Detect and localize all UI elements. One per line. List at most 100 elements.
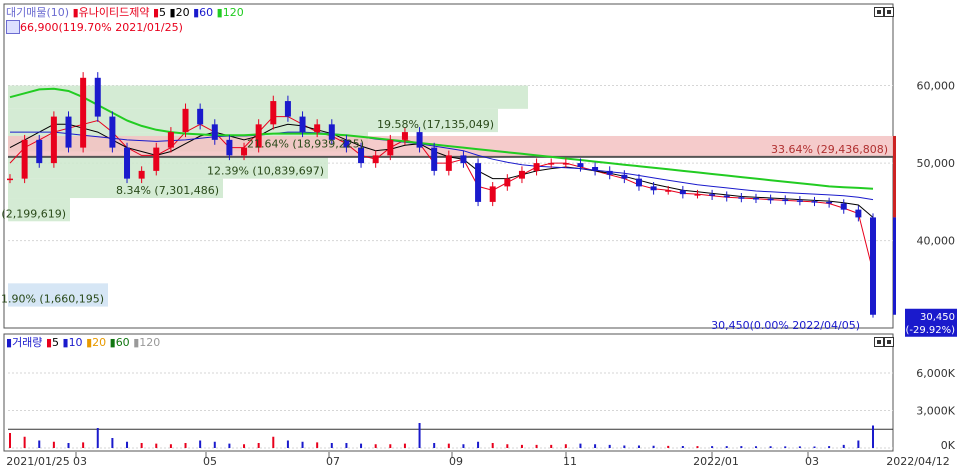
volume-bar <box>272 436 275 448</box>
volume-tick-label: 6,000K <box>916 367 955 380</box>
volume-bar <box>23 436 26 448</box>
y-tick-label: 60,000 <box>917 80 956 93</box>
overhang-band-label: 1.90% (1,660,195) <box>1 293 104 306</box>
candle-body <box>782 199 789 202</box>
volume-bar <box>111 438 114 448</box>
vol-ma-legend-120: 120 <box>139 336 161 349</box>
y-tick-label: 40,000 <box>917 235 956 248</box>
volume-close-button[interactable] <box>884 337 894 347</box>
overhang-band-label: 33.64% (29,436,808) <box>771 143 888 156</box>
candle-body <box>796 200 803 202</box>
x-tick-label: 09 <box>449 455 463 468</box>
volume-bar <box>769 446 772 448</box>
candle-body <box>723 195 730 198</box>
chart-settings-icon[interactable] <box>6 20 20 34</box>
candle-body <box>577 163 584 167</box>
volume-bar <box>243 444 246 448</box>
stock-chart: 60,000 50,000 40,000 6,000K 3,000K 0K 19.58% (… <box>0 3 957 468</box>
volume-bar <box>872 425 874 448</box>
volume-bar <box>535 444 538 448</box>
volume-tick-label: 3,000K <box>916 405 955 418</box>
candle-body <box>518 170 525 179</box>
volume-bar <box>199 440 202 448</box>
volume-bar <box>857 440 860 448</box>
last-price-annotation: 30,450(0.00% 2022/04/05) <box>711 319 860 332</box>
volume-bar <box>140 443 143 448</box>
candle-body <box>21 139 28 179</box>
volume-bar <box>579 443 582 448</box>
volume-bar <box>754 446 757 448</box>
volume-bar <box>52 441 55 448</box>
volume-bar <box>9 433 11 448</box>
volume-bar <box>681 446 684 448</box>
candle-body <box>226 139 233 156</box>
volume-bar <box>550 444 553 448</box>
volume-bar <box>696 446 699 448</box>
volume-maximize-button[interactable] <box>874 337 884 347</box>
candle-body <box>197 108 204 125</box>
candle-body <box>36 139 43 164</box>
candle-body <box>621 174 628 179</box>
x-tick-label: 03 <box>73 455 87 468</box>
candle-body <box>94 77 101 117</box>
price-header: 대기매물(10) ▮유나이티드제약 ▮5 ▮20 ▮60 ▮120 <box>6 6 244 19</box>
candle-body <box>694 194 701 196</box>
volume-bar <box>374 444 377 448</box>
volume-bar <box>360 443 363 448</box>
vol-ma-legend-5: 5 <box>52 336 59 349</box>
ma-legend-60: 60 <box>199 6 214 19</box>
volume-bar <box>594 444 597 448</box>
max-price-label: 66,900(119.70% 2021/01/25) <box>20 21 183 34</box>
volume-bar <box>652 445 655 448</box>
volume-bar <box>520 444 523 448</box>
vol-ma-legend-60: 60 <box>115 336 130 349</box>
panel-maximize-button[interactable] <box>874 7 884 17</box>
volume-bar <box>842 444 845 448</box>
candle-body <box>138 170 145 179</box>
candle-body <box>167 132 174 148</box>
candle-body <box>460 155 467 164</box>
x-tick-label: 2022/01 <box>693 455 739 468</box>
candle-body <box>504 178 511 187</box>
candle-body <box>431 147 438 171</box>
candle-body <box>153 147 160 171</box>
volume-bar <box>418 423 421 448</box>
volume-bar <box>828 446 831 448</box>
volume-bar <box>813 446 816 448</box>
volume-bar <box>403 443 406 448</box>
volume-tick-label: 0K <box>941 439 956 452</box>
volume-bar <box>345 443 348 448</box>
candle-body <box>635 178 642 187</box>
candle-body <box>124 147 131 179</box>
candle-body <box>299 116 306 133</box>
volume-bar <box>155 443 158 448</box>
volume-bar <box>462 444 465 448</box>
panel-close-button[interactable] <box>884 7 894 17</box>
candle-body <box>592 167 599 171</box>
candle-body <box>548 163 555 165</box>
volume-bar <box>96 428 99 448</box>
volume-bar <box>447 443 450 448</box>
volume-panel-frame <box>3 333 894 452</box>
x-tick-label: 05 <box>203 455 217 468</box>
volume-bar <box>491 443 494 448</box>
overhang-band-label: 2.51% (2,199,619) <box>0 207 66 220</box>
candle-body <box>650 186 657 191</box>
candle-body <box>372 155 379 164</box>
volume-bar <box>637 445 640 448</box>
x-tick-label: 11 <box>563 455 577 468</box>
candle-body <box>870 217 876 315</box>
overhang-band-label: 19.58% (17,135,049) <box>377 118 494 131</box>
volume-bar <box>301 441 304 448</box>
x-tick-label: 07 <box>326 455 340 468</box>
volume-bar <box>477 441 480 448</box>
candle-body <box>401 132 408 140</box>
candle-body <box>65 116 72 148</box>
current-price-change: (-29.92%) <box>905 325 955 336</box>
candle-body <box>416 132 423 148</box>
volume-bar <box>330 443 333 448</box>
candle-body <box>709 194 716 196</box>
candle-body <box>738 197 745 199</box>
volume-bar <box>725 446 728 448</box>
candle-body <box>284 101 291 117</box>
